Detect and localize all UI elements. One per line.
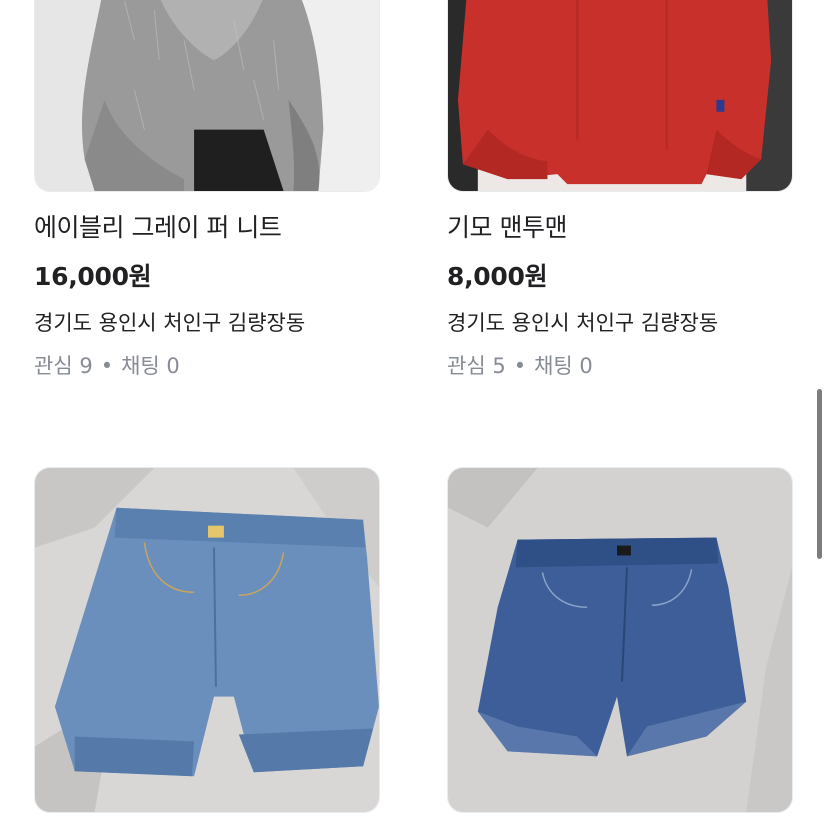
product-counts: 관심 5 • 채팅 0 (447, 352, 593, 380)
product-price: 8,000원 (447, 262, 548, 291)
product-card[interactable]: 에이블리 그레이 퍼 니트 16,000원 경기도 용인시 처인구 김량장동 관… (34, 0, 380, 378)
product-region: 경기도 용인시 처인구 김량장동 (447, 311, 719, 335)
product-image-light-denim-shorts[interactable] (34, 467, 380, 813)
separator-dot: • (513, 354, 527, 378)
product-card[interactable] (34, 467, 380, 813)
product-image-gray-knit[interactable] (34, 0, 380, 192)
product-image-red-sweatshirt[interactable] (447, 0, 793, 192)
chat-count: 채팅 0 (121, 354, 180, 378)
interest-count: 관심 9 (34, 354, 93, 378)
scrollbar[interactable] (817, 389, 822, 559)
chat-count: 채팅 0 (534, 354, 593, 378)
separator-dot: • (100, 354, 114, 378)
product-region: 경기도 용인시 처인구 김량장동 (34, 311, 306, 335)
interest-count: 관심 5 (447, 354, 506, 378)
product-title[interactable]: 에이블리 그레이 퍼 니트 (34, 213, 282, 243)
product-price: 16,000원 (34, 262, 152, 291)
product-image-dark-denim-shorts[interactable] (447, 467, 793, 813)
product-card[interactable]: 기모 맨투맨 8,000원 경기도 용인시 처인구 김량장동 관심 5 • 채팅 0 (447, 0, 793, 378)
product-card[interactable] (447, 467, 793, 813)
product-title[interactable]: 기모 맨투맨 (447, 213, 567, 243)
product-counts: 관심 9 • 채팅 0 (34, 352, 180, 380)
